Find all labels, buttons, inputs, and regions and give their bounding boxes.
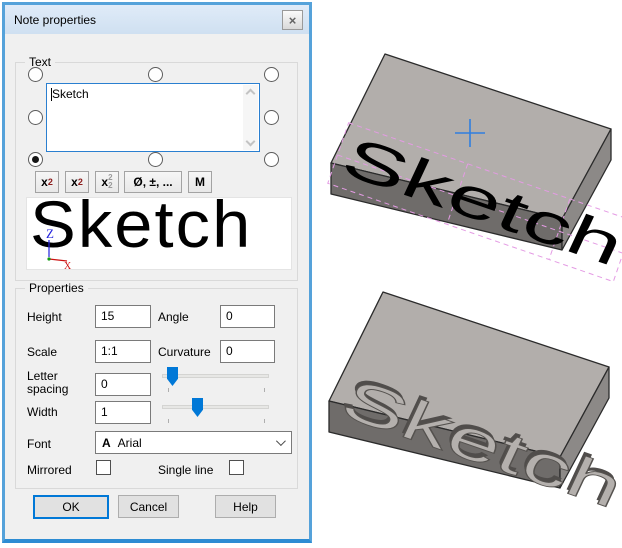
ok-button[interactable]: OK bbox=[33, 495, 109, 519]
letter-spacing-slider[interactable] bbox=[162, 366, 269, 390]
text-preview: Sketch Z X bbox=[26, 197, 292, 270]
font-a-icon: A bbox=[102, 436, 111, 450]
font-select[interactable]: A Arial bbox=[95, 431, 292, 454]
anchor-radio-top-right[interactable] bbox=[264, 67, 279, 82]
chevron-down-icon bbox=[276, 436, 286, 446]
special-symbols-button[interactable]: Ø, ±, ... bbox=[124, 171, 182, 193]
axis-marker-icon: Z X bbox=[37, 225, 77, 270]
font-label: Font bbox=[27, 437, 51, 451]
scale-input[interactable]: 1:1 bbox=[95, 340, 151, 363]
properties-group-label: Properties bbox=[25, 281, 88, 295]
font-value: Arial bbox=[118, 436, 142, 450]
anchor-radio-middle-left[interactable] bbox=[28, 110, 43, 125]
anchor-radio-bottom-left[interactable] bbox=[28, 152, 43, 167]
mirrored-label: Mirrored bbox=[27, 463, 72, 477]
superscript-button[interactable]: x2 bbox=[35, 171, 59, 193]
width-input[interactable]: 1 bbox=[95, 401, 151, 424]
super-subscript-button[interactable]: x 22 bbox=[95, 171, 119, 193]
height-input[interactable]: 15 bbox=[95, 305, 151, 328]
note-text-value: Sketch bbox=[52, 87, 89, 101]
anchor-radio-top-center[interactable] bbox=[148, 67, 163, 82]
width-label: Width bbox=[27, 405, 58, 419]
anchor-radio-middle-right[interactable] bbox=[264, 110, 279, 125]
height-label: Height bbox=[27, 310, 62, 324]
measure-button[interactable]: M bbox=[188, 171, 212, 193]
help-button[interactable]: Help bbox=[215, 495, 276, 518]
svg-text:Z: Z bbox=[46, 226, 54, 241]
note-properties-dialog: Note properties × Text Sketch x2 bbox=[2, 2, 312, 543]
svg-text:X: X bbox=[64, 261, 72, 270]
screenshot-root: Note properties × Text Sketch x2 bbox=[0, 0, 622, 548]
cad-viewport[interactable]: Sketch Sketch Sketch bbox=[311, 0, 622, 548]
mirrored-checkbox[interactable] bbox=[96, 460, 111, 475]
letter-spacing-label: Letter spacing bbox=[27, 370, 83, 396]
textarea-scrollbar[interactable] bbox=[243, 85, 258, 150]
cancel-button[interactable]: Cancel bbox=[118, 495, 179, 518]
width-slider-thumb[interactable] bbox=[192, 398, 203, 417]
scroll-down-icon[interactable] bbox=[246, 137, 256, 147]
anchor-radio-bottom-right[interactable] bbox=[264, 152, 279, 167]
block-3d-bottom[interactable]: Sketch Sketch bbox=[329, 292, 622, 523]
letter-spacing-slider-thumb[interactable] bbox=[167, 367, 178, 386]
subscript-button[interactable]: x2 bbox=[65, 171, 89, 193]
scale-label: Scale bbox=[27, 345, 57, 359]
title-bar[interactable]: Note properties bbox=[5, 5, 309, 34]
close-icon[interactable]: × bbox=[282, 10, 303, 30]
single-line-checkbox[interactable] bbox=[229, 460, 244, 475]
curvature-label: Curvature bbox=[158, 345, 211, 359]
note-text-input[interactable]: Sketch bbox=[46, 83, 260, 152]
text-group-label: Text bbox=[25, 55, 55, 69]
angle-input[interactable]: 0 bbox=[220, 305, 275, 328]
anchor-radio-bottom-center[interactable] bbox=[148, 152, 163, 167]
angle-label: Angle bbox=[158, 310, 189, 324]
curvature-input[interactable]: 0 bbox=[220, 340, 275, 363]
dialog-title: Note properties bbox=[14, 13, 96, 27]
anchor-radio-top-left[interactable] bbox=[28, 67, 43, 82]
single-line-label: Single line bbox=[158, 463, 213, 477]
scroll-up-icon[interactable] bbox=[246, 89, 256, 99]
width-slider[interactable] bbox=[162, 397, 269, 421]
block-3d-top[interactable]: Sketch bbox=[328, 54, 622, 282]
letter-spacing-input[interactable]: 0 bbox=[95, 373, 151, 396]
